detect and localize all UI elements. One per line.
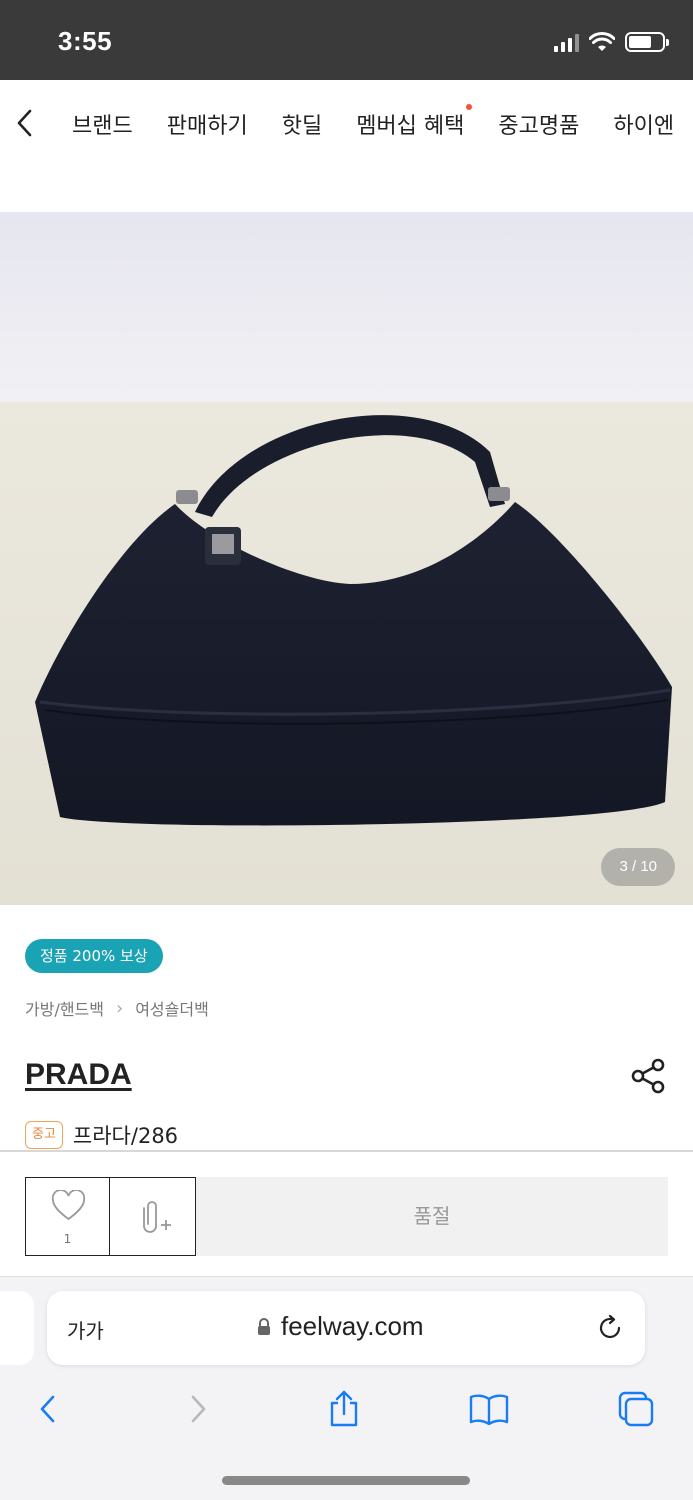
status-bar: 3:55 xyxy=(0,0,693,80)
back-arrow-icon[interactable] xyxy=(12,106,38,140)
address-bar[interactable]: 가가 feelway.com xyxy=(47,1291,645,1365)
home-indicator[interactable] xyxy=(222,1476,470,1485)
add-to-collection-button[interactable] xyxy=(109,1177,196,1256)
browser-tabs-button[interactable] xyxy=(612,1385,660,1433)
text-size-button[interactable]: 가가 xyxy=(67,1315,104,1344)
chevron-left-icon xyxy=(40,1395,55,1423)
authenticity-badge: 정품 200% 보상 xyxy=(25,939,163,973)
chevron-right-icon: › xyxy=(116,997,124,1019)
nav-item-sell[interactable]: 판매하기 xyxy=(167,108,248,140)
nav-item-used-luxury[interactable]: 중고명품 xyxy=(498,108,579,140)
cellular-signal-icon xyxy=(554,32,579,52)
top-nav: 브랜드 판매하기 핫딜 멤버십 혜택 중고명품 하이엔 xyxy=(0,80,693,166)
browser-forward-button[interactable] xyxy=(174,1385,222,1433)
divider xyxy=(0,1150,693,1152)
browser-toolbar-area: 가가 feelway.com xyxy=(0,1276,693,1500)
soldout-button: 품절 xyxy=(196,1177,668,1256)
nav-item-membership-label: 멤버십 혜택 xyxy=(356,114,465,139)
nav-item-membership[interactable]: 멤버십 혜택 xyxy=(356,104,473,140)
status-icons xyxy=(554,28,669,56)
like-count: 1 xyxy=(63,1232,72,1246)
nav-item-high-end[interactable]: 하이엔 xyxy=(613,108,674,140)
browser-nav-toolbar xyxy=(0,1385,693,1433)
condition-badge: 중고 xyxy=(25,1121,63,1149)
condition-row: 중고 프라다/286 xyxy=(25,1120,178,1150)
url-display: feelway.com xyxy=(257,1311,424,1342)
chevron-right-icon xyxy=(191,1395,206,1423)
battery-icon xyxy=(625,32,669,52)
notification-dot xyxy=(466,104,473,110)
lock-icon xyxy=(258,1317,270,1335)
clip-plus-icon xyxy=(143,1201,171,1233)
nav-item-brand[interactable]: 브랜드 xyxy=(72,108,133,140)
like-button[interactable]: 1 xyxy=(25,1177,110,1256)
image-counter: 3 / 10 xyxy=(601,848,675,886)
handbag-photo xyxy=(0,212,693,905)
wifi-icon xyxy=(589,32,615,51)
share-icon[interactable] xyxy=(628,1056,668,1096)
nav-menu: 브랜드 판매하기 핫딜 멤버십 혜택 중고명품 하이엔 xyxy=(72,104,693,140)
tabs-icon xyxy=(618,1391,654,1427)
product-image[interactable]: 3 / 10 xyxy=(0,212,693,905)
browser-share-button[interactable] xyxy=(320,1385,368,1433)
breadcrumb: 가방/핸드백 › 여성숄더백 xyxy=(25,996,209,1020)
reload-icon[interactable] xyxy=(595,1313,625,1343)
url-text: feelway.com xyxy=(281,1311,424,1341)
breadcrumb-item-bags[interactable]: 가방/핸드백 xyxy=(25,996,104,1020)
share-upload-icon xyxy=(330,1390,358,1427)
browser-bookmarks-button[interactable] xyxy=(465,1385,513,1433)
nav-item-hotdeal[interactable]: 핫딜 xyxy=(282,108,322,140)
book-icon xyxy=(469,1394,509,1426)
previous-tab-preview[interactable] xyxy=(0,1291,34,1365)
breadcrumb-item-shoulder-bags[interactable]: 여성숄더백 xyxy=(135,996,209,1020)
status-time: 3:55 xyxy=(58,26,113,56)
heart-icon xyxy=(51,1190,86,1221)
browser-back-button[interactable] xyxy=(24,1385,72,1433)
brand-name[interactable]: PRADA xyxy=(25,1058,132,1092)
model-name: 프라다/286 xyxy=(72,1124,179,1148)
